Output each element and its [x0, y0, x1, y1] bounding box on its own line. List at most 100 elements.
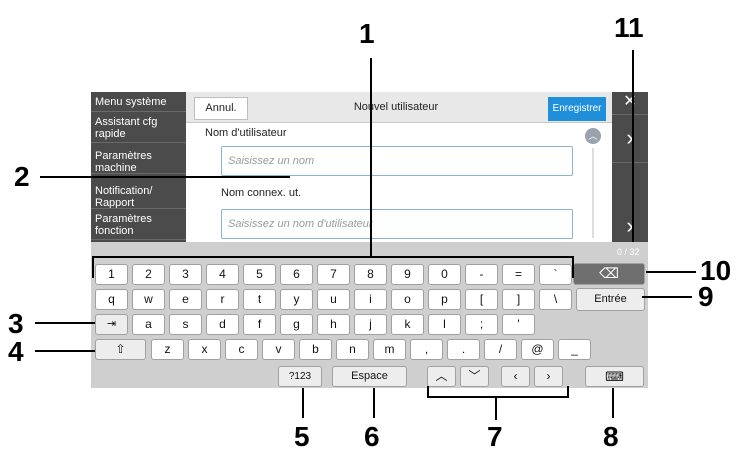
callout-1: 1	[359, 18, 375, 49]
key-6[interactable]: 6	[280, 264, 313, 285]
arrow-right-icon[interactable]: ›	[534, 366, 563, 387]
key-apostrophe[interactable]: '	[502, 314, 535, 335]
key-2[interactable]: 2	[132, 264, 165, 285]
key-n[interactable]: n	[336, 339, 369, 360]
callout-line-9	[642, 296, 692, 298]
callout-7: 7	[487, 421, 503, 452]
sidebar-item-function-settings[interactable]: Paramètres fonction	[91, 212, 186, 240]
key-h[interactable]: h	[317, 314, 350, 335]
callout-bracket-7-left	[427, 386, 429, 398]
callout-line-10	[646, 271, 696, 273]
key-c[interactable]: c	[225, 339, 258, 360]
callout-8: 8	[603, 421, 619, 452]
key-semicolon[interactable]: ;	[465, 314, 498, 335]
dialog-header: Annul. Nouvel utilisateur Enregistrer	[186, 92, 612, 123]
key-y[interactable]: y	[280, 289, 313, 310]
key-at[interactable]: @	[521, 339, 554, 360]
key-8[interactable]: 8	[354, 264, 387, 285]
callout-5: 5	[294, 421, 310, 452]
numbers-symbols-button[interactable]: ?123	[278, 366, 322, 387]
key-period[interactable]: .	[447, 339, 480, 360]
key-3[interactable]: 3	[169, 264, 202, 285]
enter-button[interactable]: Entrée	[576, 288, 645, 311]
key-b[interactable]: b	[299, 339, 332, 360]
key-i[interactable]: i	[354, 289, 387, 310]
key-r[interactable]: r	[206, 289, 239, 310]
key-g[interactable]: g	[280, 314, 313, 335]
key-s[interactable]: s	[169, 314, 202, 335]
key-comma[interactable]: ,	[410, 339, 443, 360]
callout-10: 10	[700, 255, 732, 286]
sidebar-item-machine-settings[interactable]: Paramètres machine	[91, 149, 186, 174]
key-o[interactable]: o	[391, 289, 424, 310]
arrow-left-icon[interactable]: ‹	[501, 366, 530, 387]
key-q[interactable]: q	[95, 289, 128, 310]
sidebar: Menu système Assistant cfg rapide Paramè…	[91, 92, 186, 242]
key-x[interactable]: x	[188, 339, 221, 360]
scrollbar[interactable]	[592, 148, 594, 238]
key-5[interactable]: 5	[243, 264, 276, 285]
callout-line-7	[495, 398, 497, 420]
sidebar-item-quick-setup[interactable]: Assistant cfg rapide	[91, 113, 186, 143]
key-z[interactable]: z	[151, 339, 184, 360]
callout-line-4	[35, 350, 95, 352]
backspace-icon[interactable]: ⌫	[573, 263, 645, 285]
key-1[interactable]: 1	[95, 264, 128, 285]
key-9[interactable]: 9	[391, 264, 424, 285]
key-k[interactable]: k	[391, 314, 424, 335]
callout-line-5	[302, 388, 304, 418]
key-a[interactable]: a	[132, 314, 165, 335]
key-equals[interactable]: =	[502, 264, 535, 285]
callout-line-2	[40, 176, 290, 178]
sidebar-item-notification-report[interactable]: Notification/ Rapport	[91, 183, 186, 209]
key-d[interactable]: d	[206, 314, 239, 335]
shift-icon[interactable]: ⇧	[95, 339, 146, 360]
sidebar-item-system-menu[interactable]: Menu système	[91, 92, 186, 112]
key-4[interactable]: 4	[206, 264, 239, 285]
login-name-input[interactable]: Saisissez un nom d'utilisateur	[221, 209, 573, 239]
scroll-up-icon[interactable]: ︿	[585, 128, 601, 144]
user-name-input[interactable]: Saisissez un nom	[221, 146, 573, 176]
new-user-dialog: Annul. Nouvel utilisateur Enregistrer No…	[186, 92, 612, 242]
key-e[interactable]: e	[169, 289, 202, 310]
key-underscore[interactable]: _	[558, 339, 591, 360]
callout-3: 3	[8, 308, 24, 339]
dialog-title: Nouvel utilisateur	[353, 101, 439, 113]
key-j[interactable]: j	[354, 314, 387, 335]
key-7[interactable]: 7	[317, 264, 350, 285]
key-left-bracket[interactable]: [	[465, 289, 498, 310]
callout-bracket-1-left	[92, 256, 94, 278]
key-w[interactable]: w	[132, 289, 165, 310]
callout-11: 11	[614, 12, 644, 43]
callout-bracket-7	[427, 396, 569, 398]
save-button[interactable]: Enregistrer	[548, 97, 606, 121]
key-right-bracket[interactable]: ]	[502, 289, 535, 310]
key-slash[interactable]: /	[484, 339, 517, 360]
key-v[interactable]: v	[262, 339, 295, 360]
arrow-down-icon[interactable]: ﹀	[460, 366, 489, 387]
callout-2: 2	[14, 161, 30, 192]
cancel-button[interactable]: Annul.	[194, 97, 248, 120]
key-f[interactable]: f	[243, 314, 276, 335]
key-t[interactable]: t	[243, 289, 276, 310]
space-bar[interactable]: Espace	[332, 366, 407, 387]
key-backslash[interactable]: \	[539, 289, 572, 310]
key-l[interactable]: l	[428, 314, 461, 335]
chevron-right-icon[interactable]: ›	[612, 118, 648, 163]
chevron-right-icon[interactable]: ›	[612, 212, 648, 242]
key-p[interactable]: p	[428, 289, 461, 310]
key-backtick[interactable]: `	[539, 264, 572, 285]
char-counter: 0 / 32	[617, 247, 640, 257]
keyboard-hide-icon[interactable]: ⌨	[585, 366, 644, 387]
arrow-up-icon[interactable]: ︿	[427, 366, 456, 387]
key-0[interactable]: 0	[428, 264, 461, 285]
tab-icon[interactable]: ⇥	[95, 314, 128, 335]
callout-line-3	[35, 322, 95, 324]
key-u[interactable]: u	[317, 289, 350, 310]
callout-9: 9	[698, 281, 714, 312]
key-m[interactable]: m	[373, 339, 406, 360]
close-icon[interactable]: ✕	[612, 92, 648, 115]
key-minus[interactable]: -	[465, 264, 498, 285]
login-name-label: Nom connex. ut.	[221, 187, 302, 199]
callout-line-1	[370, 58, 372, 258]
